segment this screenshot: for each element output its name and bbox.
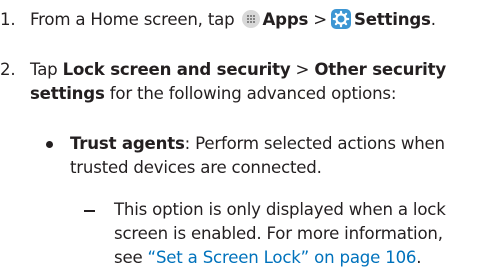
- step-1-period: .: [430, 10, 436, 29]
- sub-1-line-3: see “Set a Screen Lock” on page 106.: [114, 247, 422, 269]
- settings-label: Settings: [354, 10, 431, 29]
- step-2-separator: >: [295, 60, 310, 79]
- sub-1-prefix: see: [114, 248, 143, 267]
- step-1-text: From a Home screen, tap Apps > Settings.: [30, 9, 436, 31]
- step-1-prefix: From a Home screen, tap: [30, 10, 235, 29]
- trust-agents-text-1: : Perform selected actions when: [184, 134, 445, 153]
- sub-1-line-1: This option is only displayed when a loc…: [114, 199, 446, 221]
- set-screen-lock-link[interactable]: “Set a Screen Lock” on page 106: [148, 248, 417, 267]
- trust-agents-title: Trust agents: [70, 134, 185, 153]
- step-2-line-2: settings for the following advanced opti…: [30, 83, 396, 105]
- other-security-label-part-2: settings: [30, 84, 105, 103]
- apps-icon: [241, 10, 260, 28]
- step-2-number: 2.: [0, 60, 16, 79]
- bullet-1-line-1: Trust agents: Perform selected actions w…: [70, 133, 445, 155]
- other-security-label-part-1: Other security: [314, 60, 447, 79]
- step-2-rest: for the following advanced options:: [109, 84, 397, 103]
- sub-1-line-2: screen is enabled. For more information,: [114, 223, 443, 245]
- step-1-number: 1.: [0, 10, 16, 29]
- lock-screen-security-label: Lock screen and security: [62, 60, 291, 79]
- sub-1-suffix: .: [416, 248, 422, 267]
- sub-1-text-2: screen is enabled. For more information,: [114, 224, 443, 243]
- bullet-icon: [46, 141, 53, 148]
- bullet-1-line-2: trusted devices are connected.: [70, 157, 322, 179]
- step-2-tap: Tap: [30, 60, 58, 79]
- dash-icon: [84, 210, 95, 212]
- apps-label: Apps: [262, 10, 309, 29]
- step-2-line-1: Tap Lock screen and security > Other sec…: [30, 59, 446, 81]
- sub-1-text-1: This option is only displayed when a loc…: [114, 200, 446, 219]
- settings-gear-icon: [331, 9, 351, 29]
- trust-agents-text-2: trusted devices are connected.: [70, 158, 322, 177]
- instruction-document: 1. From a Home screen, tap Apps > Setting…: [0, 0, 504, 276]
- step-1-separator: >: [313, 10, 327, 29]
